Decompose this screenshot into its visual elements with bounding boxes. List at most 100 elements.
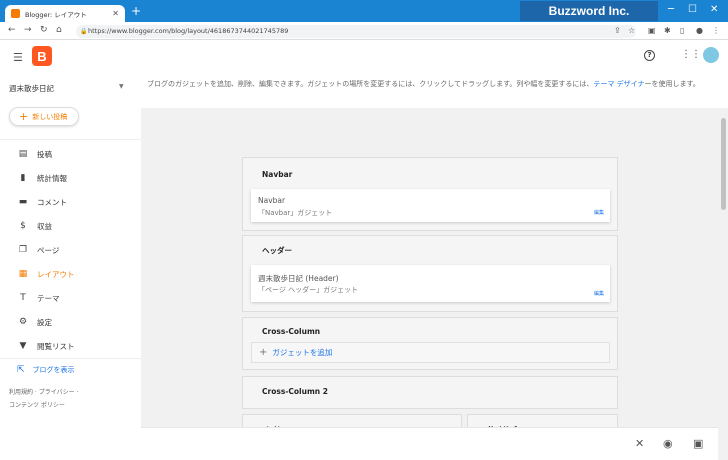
scrollbar-thumb[interactable]: [721, 118, 726, 210]
chevron-down-icon[interactable]: ▼: [119, 83, 124, 90]
footer-line[interactable]: 利用規約 · プライバシー ·: [9, 386, 129, 399]
posts-icon: ▤: [18, 149, 28, 159]
sidebar: 週末散歩日記 ▼ + 新しい投稿 ▤ 投稿 ▮ 統計情報 ▬ コメント $ 収益…: [0, 73, 141, 460]
url-text: https://www.blogger.com/blog/layout/4618…: [88, 27, 289, 35]
gadget-name: Navbar: [258, 196, 286, 205]
bottom-action-bar: ✕ ◉ ▣: [141, 427, 718, 460]
avatar[interactable]: [703, 47, 719, 63]
help-icon[interactable]: ?: [644, 50, 655, 61]
reload-icon[interactable]: ↻: [40, 25, 48, 35]
footer-line[interactable]: コンテンツ ポリシー: [9, 399, 129, 412]
section-title: Cross-Column 2: [262, 387, 328, 396]
main-content: ブログのガジェットを追加、削除、編集できます。ガジェットの場所を変更するには、ク…: [141, 73, 728, 460]
save-icon[interactable]: ▣: [693, 437, 703, 450]
section-title: Cross-Column: [262, 327, 321, 336]
star-icon[interactable]: ☆: [628, 26, 635, 35]
tab-close-icon[interactable]: ✕: [112, 9, 119, 18]
sidebar-item-reading-list[interactable]: ▼ 閲覧リスト: [0, 336, 141, 356]
sidebar-item-label: 投稿: [37, 149, 52, 159]
sidebar-item-comments[interactable]: ▬ コメント: [0, 192, 141, 212]
info-text: ブログのガジェットを追加、削除、編集できます。ガジェットの場所を変更するには、ク…: [141, 73, 728, 108]
extension-icon[interactable]: ▣: [648, 26, 656, 35]
info-text-tail: ーを使用します。: [644, 80, 700, 88]
share-icon[interactable]: ⇪: [614, 26, 621, 35]
puzzle-icon[interactable]: ✱: [664, 26, 671, 35]
gadget-header[interactable]: 週末散歩日記 (Header) 「ページ ヘッダー」ガジェット 編集: [251, 265, 610, 302]
external-link-icon: ⇱: [17, 365, 25, 375]
new-post-label: 新しい投稿: [32, 112, 68, 121]
sidebar-item-theme[interactable]: T テーマ: [0, 288, 141, 308]
view-blog-link[interactable]: ⇱ ブログを表示: [17, 365, 75, 375]
sidebar-item-label: 設定: [37, 317, 52, 327]
new-tab-button[interactable]: +: [131, 4, 141, 18]
pages-icon: ❐: [18, 245, 28, 255]
address-bar: ← → ↻ ⌂ 🔒 https://www.blogger.com/blog/l…: [0, 22, 728, 40]
edit-link[interactable]: 編集: [594, 209, 604, 216]
sidebar-item-stats[interactable]: ▮ 統計情報: [0, 168, 141, 188]
footer-links: 利用規約 · プライバシー · コンテンツ ポリシー: [9, 386, 129, 412]
scrollbar[interactable]: [718, 112, 728, 460]
minimize-icon[interactable]: ─: [668, 4, 674, 15]
tab-title: Blogger: レイアウト: [25, 10, 87, 19]
maximize-icon[interactable]: ☐: [688, 4, 697, 15]
section-title: Navbar: [262, 170, 293, 179]
window-close-icon[interactable]: ✕: [710, 4, 718, 15]
browser-tab[interactable]: Blogger: レイアウト ✕: [5, 5, 125, 22]
sidebar-item-label: 収益: [37, 221, 52, 231]
sidepanel-icon[interactable]: ▯: [680, 26, 684, 35]
add-gadget-button[interactable]: + ガジェットを追加: [251, 342, 610, 363]
view-blog-label: ブログを表示: [32, 366, 75, 374]
section-header: ヘッダー 週末散歩日記 (Header) 「ページ ヘッダー」ガジェット 編集: [242, 235, 618, 312]
bookmark-icon: ▼: [19, 341, 27, 351]
gadget-type: 「Navbar」ガジェット: [258, 209, 333, 217]
back-icon[interactable]: ←: [8, 25, 16, 35]
lock-icon: 🔒: [80, 28, 88, 35]
gadget-type: 「ページ ヘッダー」ガジェット: [258, 286, 359, 294]
blogger-logo[interactable]: B: [32, 46, 52, 66]
menu-dots-icon[interactable]: ⋮: [712, 26, 720, 35]
comment-icon: ▬: [18, 197, 28, 207]
browser-titlebar: Blogger: レイアウト ✕ + Buzzword Inc. ─ ☐ ✕: [0, 0, 728, 22]
app-header: ☰ B ? ⋮⋮⋮: [0, 41, 728, 73]
stats-icon: ▮: [20, 173, 26, 183]
forward-icon[interactable]: →: [24, 25, 32, 35]
sidebar-item-earnings[interactable]: $ 収益: [0, 216, 141, 236]
sidebar-item-label: コメント: [37, 197, 67, 207]
blog-name[interactable]: 週末散歩日記: [9, 83, 54, 94]
close-icon[interactable]: ✕: [635, 437, 644, 450]
plus-icon: +: [259, 347, 268, 358]
sidebar-item-label: レイアウト: [37, 269, 75, 279]
divider: [0, 139, 141, 140]
gadget-navbar[interactable]: Navbar 「Navbar」ガジェット 編集: [251, 189, 610, 222]
brand-label: Buzzword Inc.: [520, 1, 658, 21]
sidebar-item-posts[interactable]: ▤ 投稿: [0, 144, 141, 164]
section-title: ヘッダー: [262, 246, 292, 255]
section-cross-column: Cross-Column + ガジェットを追加: [242, 317, 618, 370]
edit-link[interactable]: 編集: [594, 290, 604, 297]
divider: [0, 358, 141, 359]
profile-icon[interactable]: ●: [696, 26, 703, 35]
sidebar-item-settings[interactable]: ⚙ 設定: [0, 312, 141, 332]
layout-icon: ▦: [18, 269, 28, 279]
gear-icon: ⚙: [18, 317, 28, 327]
home-icon[interactable]: ⌂: [56, 25, 62, 35]
preview-eye-icon[interactable]: ◉: [663, 437, 673, 450]
plus-icon: +: [19, 110, 29, 123]
sidebar-item-pages[interactable]: ❐ ページ: [0, 240, 141, 260]
sidebar-item-label: ページ: [37, 245, 60, 255]
sidebar-item-label: 閲覧リスト: [37, 341, 75, 351]
gadget-name: 週末散歩日記 (Header): [258, 274, 339, 283]
layout-canvas: Navbar Navbar 「Navbar」ガジェット 編集 ヘッダー 週末散歩…: [242, 157, 618, 447]
add-gadget-label: ガジェットを追加: [272, 348, 333, 357]
info-text-body: ブログのガジェットを追加、削除、編集できます。ガジェットの場所を変更するには、ク…: [147, 80, 594, 88]
dollar-icon: $: [20, 221, 26, 231]
section-cross-column-2: Cross-Column 2: [242, 376, 618, 409]
sidebar-item-label: テーマ: [37, 293, 60, 303]
url-field[interactable]: 🔒 https://www.blogger.com/blog/layout/46…: [76, 25, 636, 38]
new-post-button[interactable]: + 新しい投稿: [9, 107, 79, 126]
sidebar-item-layout[interactable]: ▦ レイアウト: [0, 264, 141, 284]
blogger-favicon-icon: [11, 9, 20, 18]
theme-designer-link[interactable]: テーマ デザイナ: [593, 80, 644, 88]
theme-icon: T: [20, 293, 26, 303]
hamburger-menu-icon[interactable]: ☰: [13, 51, 23, 64]
